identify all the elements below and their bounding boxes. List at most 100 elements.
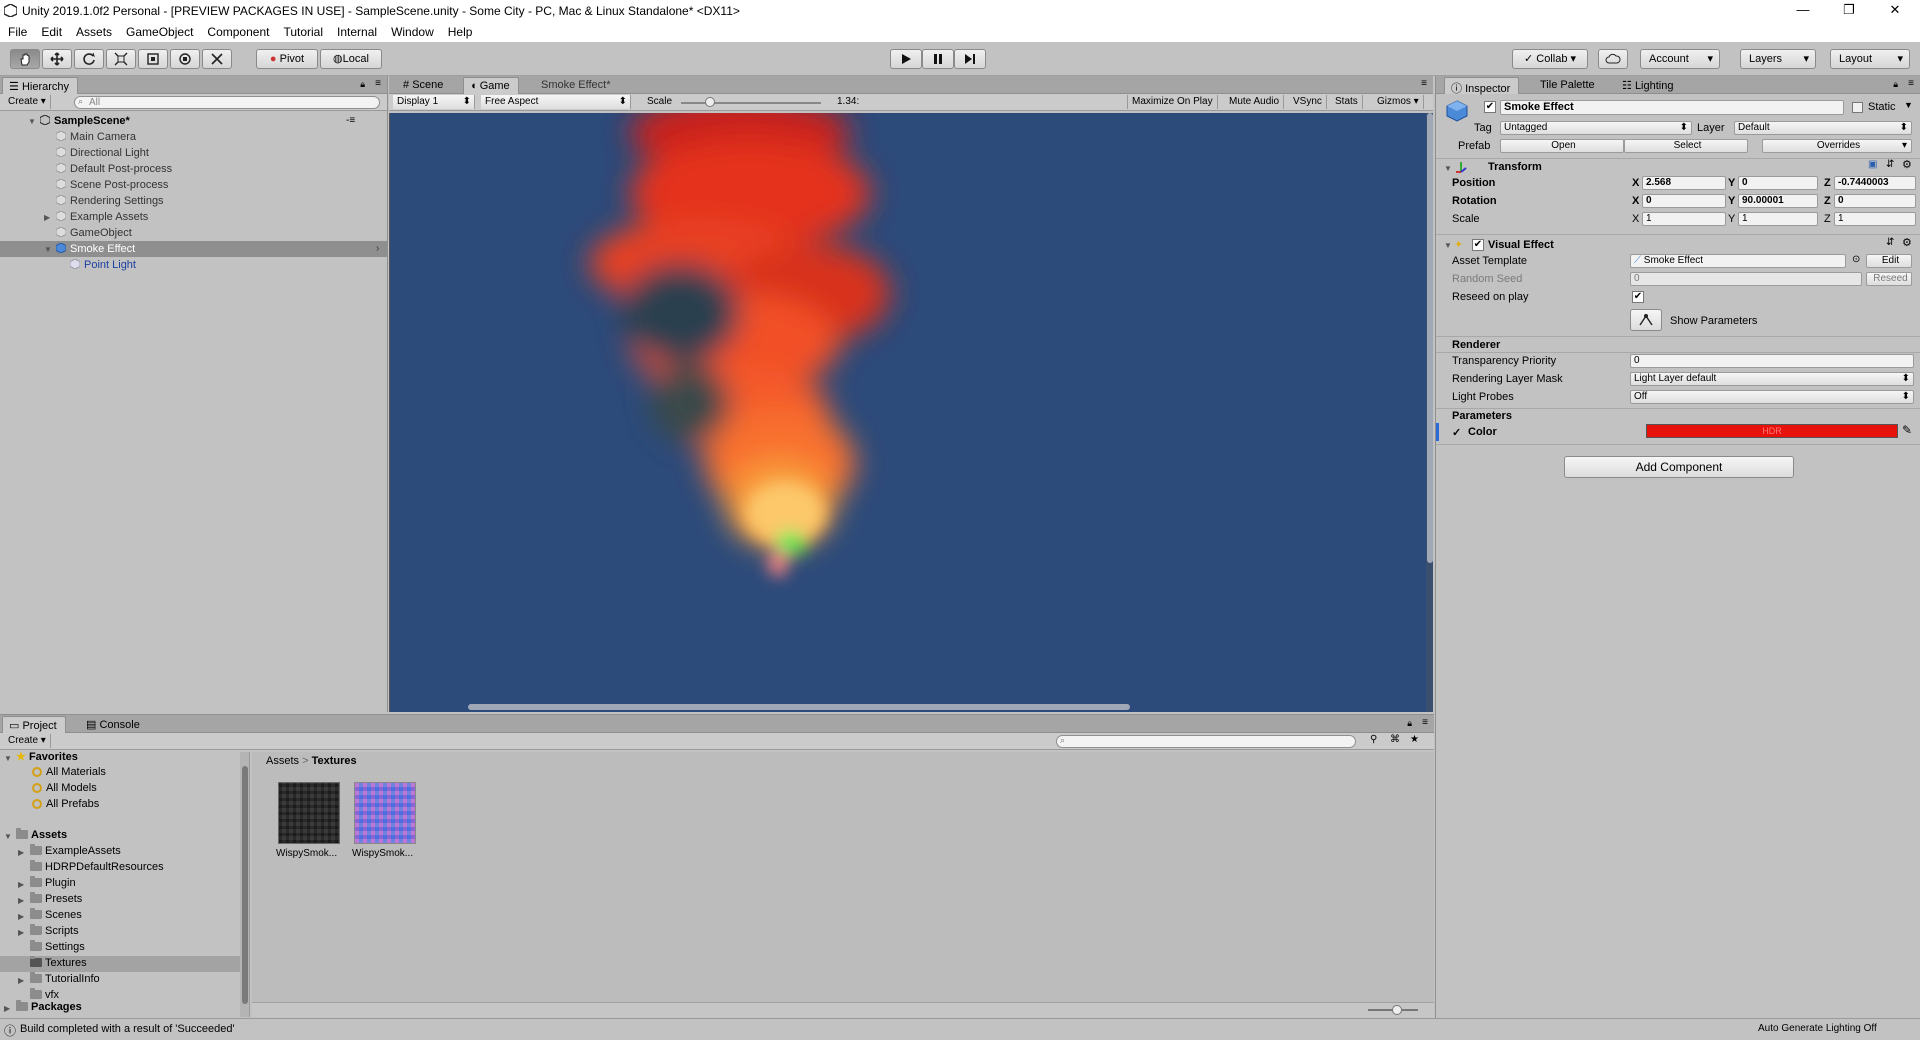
- menu-assets[interactable]: Assets: [68, 22, 118, 39]
- favorites-header[interactable]: ★ Favorites: [16, 752, 78, 764]
- layers-dropdown[interactable]: Layers ▾: [1740, 49, 1816, 69]
- status-message[interactable]: Build completed with a result of 'Succee…: [20, 1023, 235, 1035]
- position-x-field[interactable]: 2.568: [1642, 176, 1726, 190]
- lock-icon[interactable]: 🔒︎: [1407, 718, 1412, 729]
- expand-arrow-icon[interactable]: ▶: [4, 1004, 10, 1013]
- color-override-check-icon[interactable]: ✓: [1452, 426, 1461, 439]
- local-toggle[interactable]: ◍Local: [320, 49, 382, 69]
- rendering-layer-mask-dropdown[interactable]: Light Layer default ⬍: [1630, 372, 1914, 386]
- open-prefab-arrow-icon[interactable]: ›: [376, 243, 379, 254]
- layout-dropdown[interactable]: Layout ▾: [1830, 49, 1910, 69]
- folder-item[interactable]: Presets: [30, 892, 82, 906]
- custom-tool-button[interactable]: [202, 49, 232, 69]
- favorite-item[interactable]: All Prefabs: [32, 798, 99, 811]
- position-z-field[interactable]: -0.7440003: [1834, 176, 1916, 190]
- scale-y-field[interactable]: 1: [1738, 212, 1818, 226]
- transparency-priority-field[interactable]: 0: [1630, 354, 1914, 368]
- scale-slider-track[interactable]: [681, 102, 821, 104]
- tab-smoke-effect[interactable]: Smoke Effect*: [535, 77, 619, 94]
- panel-menu-icon[interactable]: ≡: [1908, 78, 1914, 89]
- folder-item[interactable]: Scripts: [30, 924, 79, 938]
- expand-arrow-icon[interactable]: ▶: [18, 928, 24, 937]
- folder-item-selected[interactable]: Textures: [30, 956, 87, 970]
- tab-inspector[interactable]: ⓘ Inspector: [1444, 77, 1520, 95]
- menu-tutorial[interactable]: Tutorial: [275, 22, 329, 39]
- preset-icon[interactable]: ⇵: [1886, 237, 1894, 248]
- settings-gear-icon[interactable]: ⚙: [1902, 236, 1912, 249]
- scene-menu-icon[interactable]: -≡: [346, 115, 355, 126]
- step-button[interactable]: [954, 49, 986, 69]
- active-checkbox[interactable]: ✔: [1484, 101, 1496, 113]
- tab-tile-palette[interactable]: Tile Palette: [1534, 77, 1603, 94]
- assets-root[interactable]: Assets: [16, 828, 67, 842]
- folder-item[interactable]: HDRPDefaultResources: [30, 860, 164, 874]
- hierarchy-item[interactable]: Example Assets: [56, 209, 148, 225]
- hierarchy-item-selected[interactable]: Smoke Effect: [56, 241, 135, 257]
- collapse-arrow-icon[interactable]: ▼: [1444, 164, 1452, 173]
- scene-root[interactable]: SampleScene*: [40, 113, 130, 129]
- maximize-button[interactable]: ❐: [1826, 0, 1872, 22]
- expand-arrow-icon[interactable]: ▶: [44, 213, 50, 222]
- light-probes-dropdown[interactable]: Off ⬍: [1630, 390, 1914, 404]
- tab-console[interactable]: ▤ Console: [80, 716, 148, 733]
- rotation-z-field[interactable]: 0: [1834, 194, 1916, 208]
- reseed-on-play-checkbox[interactable]: ✔: [1632, 291, 1644, 303]
- panel-menu-icon[interactable]: ≡: [1422, 717, 1428, 728]
- static-checkbox[interactable]: [1852, 102, 1863, 113]
- lock-icon[interactable]: 🔒︎: [1893, 79, 1898, 90]
- menu-component[interactable]: Component: [199, 22, 275, 39]
- panel-menu-icon[interactable]: ≡: [375, 78, 381, 89]
- hierarchy-item[interactable]: Directional Light: [56, 145, 149, 161]
- scale-z-field[interactable]: 1: [1834, 212, 1916, 226]
- display-dropdown[interactable]: Display 1 ⬍: [393, 95, 475, 109]
- rotation-x-field[interactable]: 0: [1642, 194, 1726, 208]
- hierarchy-search-input[interactable]: All: [74, 96, 380, 109]
- preset-icon[interactable]: ⇵: [1886, 159, 1894, 170]
- prefab-open-button[interactable]: Open: [1500, 139, 1624, 153]
- scale-slider-thumb[interactable]: [705, 97, 715, 107]
- menu-help[interactable]: Help: [440, 22, 479, 39]
- menu-edit[interactable]: Edit: [33, 22, 68, 39]
- asset-template-field[interactable]: ⟋ Smoke Effect: [1630, 254, 1846, 268]
- hierarchy-item[interactable]: Point Light: [70, 257, 136, 273]
- menu-gameobject[interactable]: GameObject: [118, 22, 199, 39]
- color-swatch[interactable]: HDR: [1646, 424, 1898, 438]
- expand-arrow-icon[interactable]: ▶: [18, 848, 24, 857]
- vsync-toggle[interactable]: VSync: [1289, 95, 1327, 109]
- filter-label-icon[interactable]: ⌘: [1390, 734, 1400, 745]
- texture-thumbnail-normal[interactable]: [354, 782, 416, 844]
- tag-dropdown[interactable]: Untagged ⬍: [1500, 121, 1692, 135]
- project-search-input[interactable]: [1056, 735, 1356, 748]
- gizmos-toggle[interactable]: Gizmos ▾: [1373, 95, 1424, 109]
- menu-file[interactable]: File: [0, 22, 33, 39]
- favorite-item[interactable]: All Models: [32, 782, 97, 795]
- project-create-button[interactable]: Create ▾: [4, 734, 51, 748]
- collapse-arrow-icon[interactable]: ▼: [44, 245, 52, 254]
- hierarchy-item[interactable]: Main Camera: [56, 129, 136, 145]
- hierarchy-item[interactable]: Scene Post-process: [56, 177, 168, 193]
- hand-tool-button[interactable]: [10, 49, 40, 69]
- texture-thumbnail-smoke[interactable]: [278, 782, 340, 844]
- favorite-star-icon[interactable]: ★: [1410, 734, 1419, 745]
- tab-scene[interactable]: # Scene: [397, 77, 451, 94]
- account-dropdown[interactable]: Account ▾: [1640, 49, 1720, 69]
- position-y-field[interactable]: 0: [1738, 176, 1818, 190]
- play-button[interactable]: [890, 49, 922, 69]
- object-picker-icon[interactable]: ⊙: [1852, 254, 1860, 265]
- favorite-item[interactable]: All Materials: [32, 766, 106, 779]
- game-viewport[interactable]: [389, 113, 1433, 712]
- transform-tool-button[interactable]: [170, 49, 200, 69]
- close-button[interactable]: ✕: [1872, 0, 1918, 22]
- cloud-button[interactable]: [1598, 49, 1628, 69]
- collapse-arrow-icon[interactable]: ▼: [4, 832, 12, 841]
- collapse-arrow-icon[interactable]: ▼: [1444, 241, 1452, 250]
- collab-dropdown[interactable]: ✓ Collab ▾: [1512, 49, 1588, 69]
- menu-window[interactable]: Window: [383, 22, 440, 39]
- breadcrumb-textures[interactable]: Textures: [312, 755, 357, 767]
- rect-tool-button[interactable]: [138, 49, 168, 69]
- folder-item[interactable]: Settings: [30, 940, 85, 954]
- scale-x-field[interactable]: 1: [1642, 212, 1726, 226]
- stats-toggle[interactable]: Stats: [1331, 95, 1363, 109]
- tab-lighting[interactable]: ☷ Lighting: [1616, 77, 1681, 94]
- aspect-dropdown[interactable]: Free Aspect ⬍: [481, 95, 631, 109]
